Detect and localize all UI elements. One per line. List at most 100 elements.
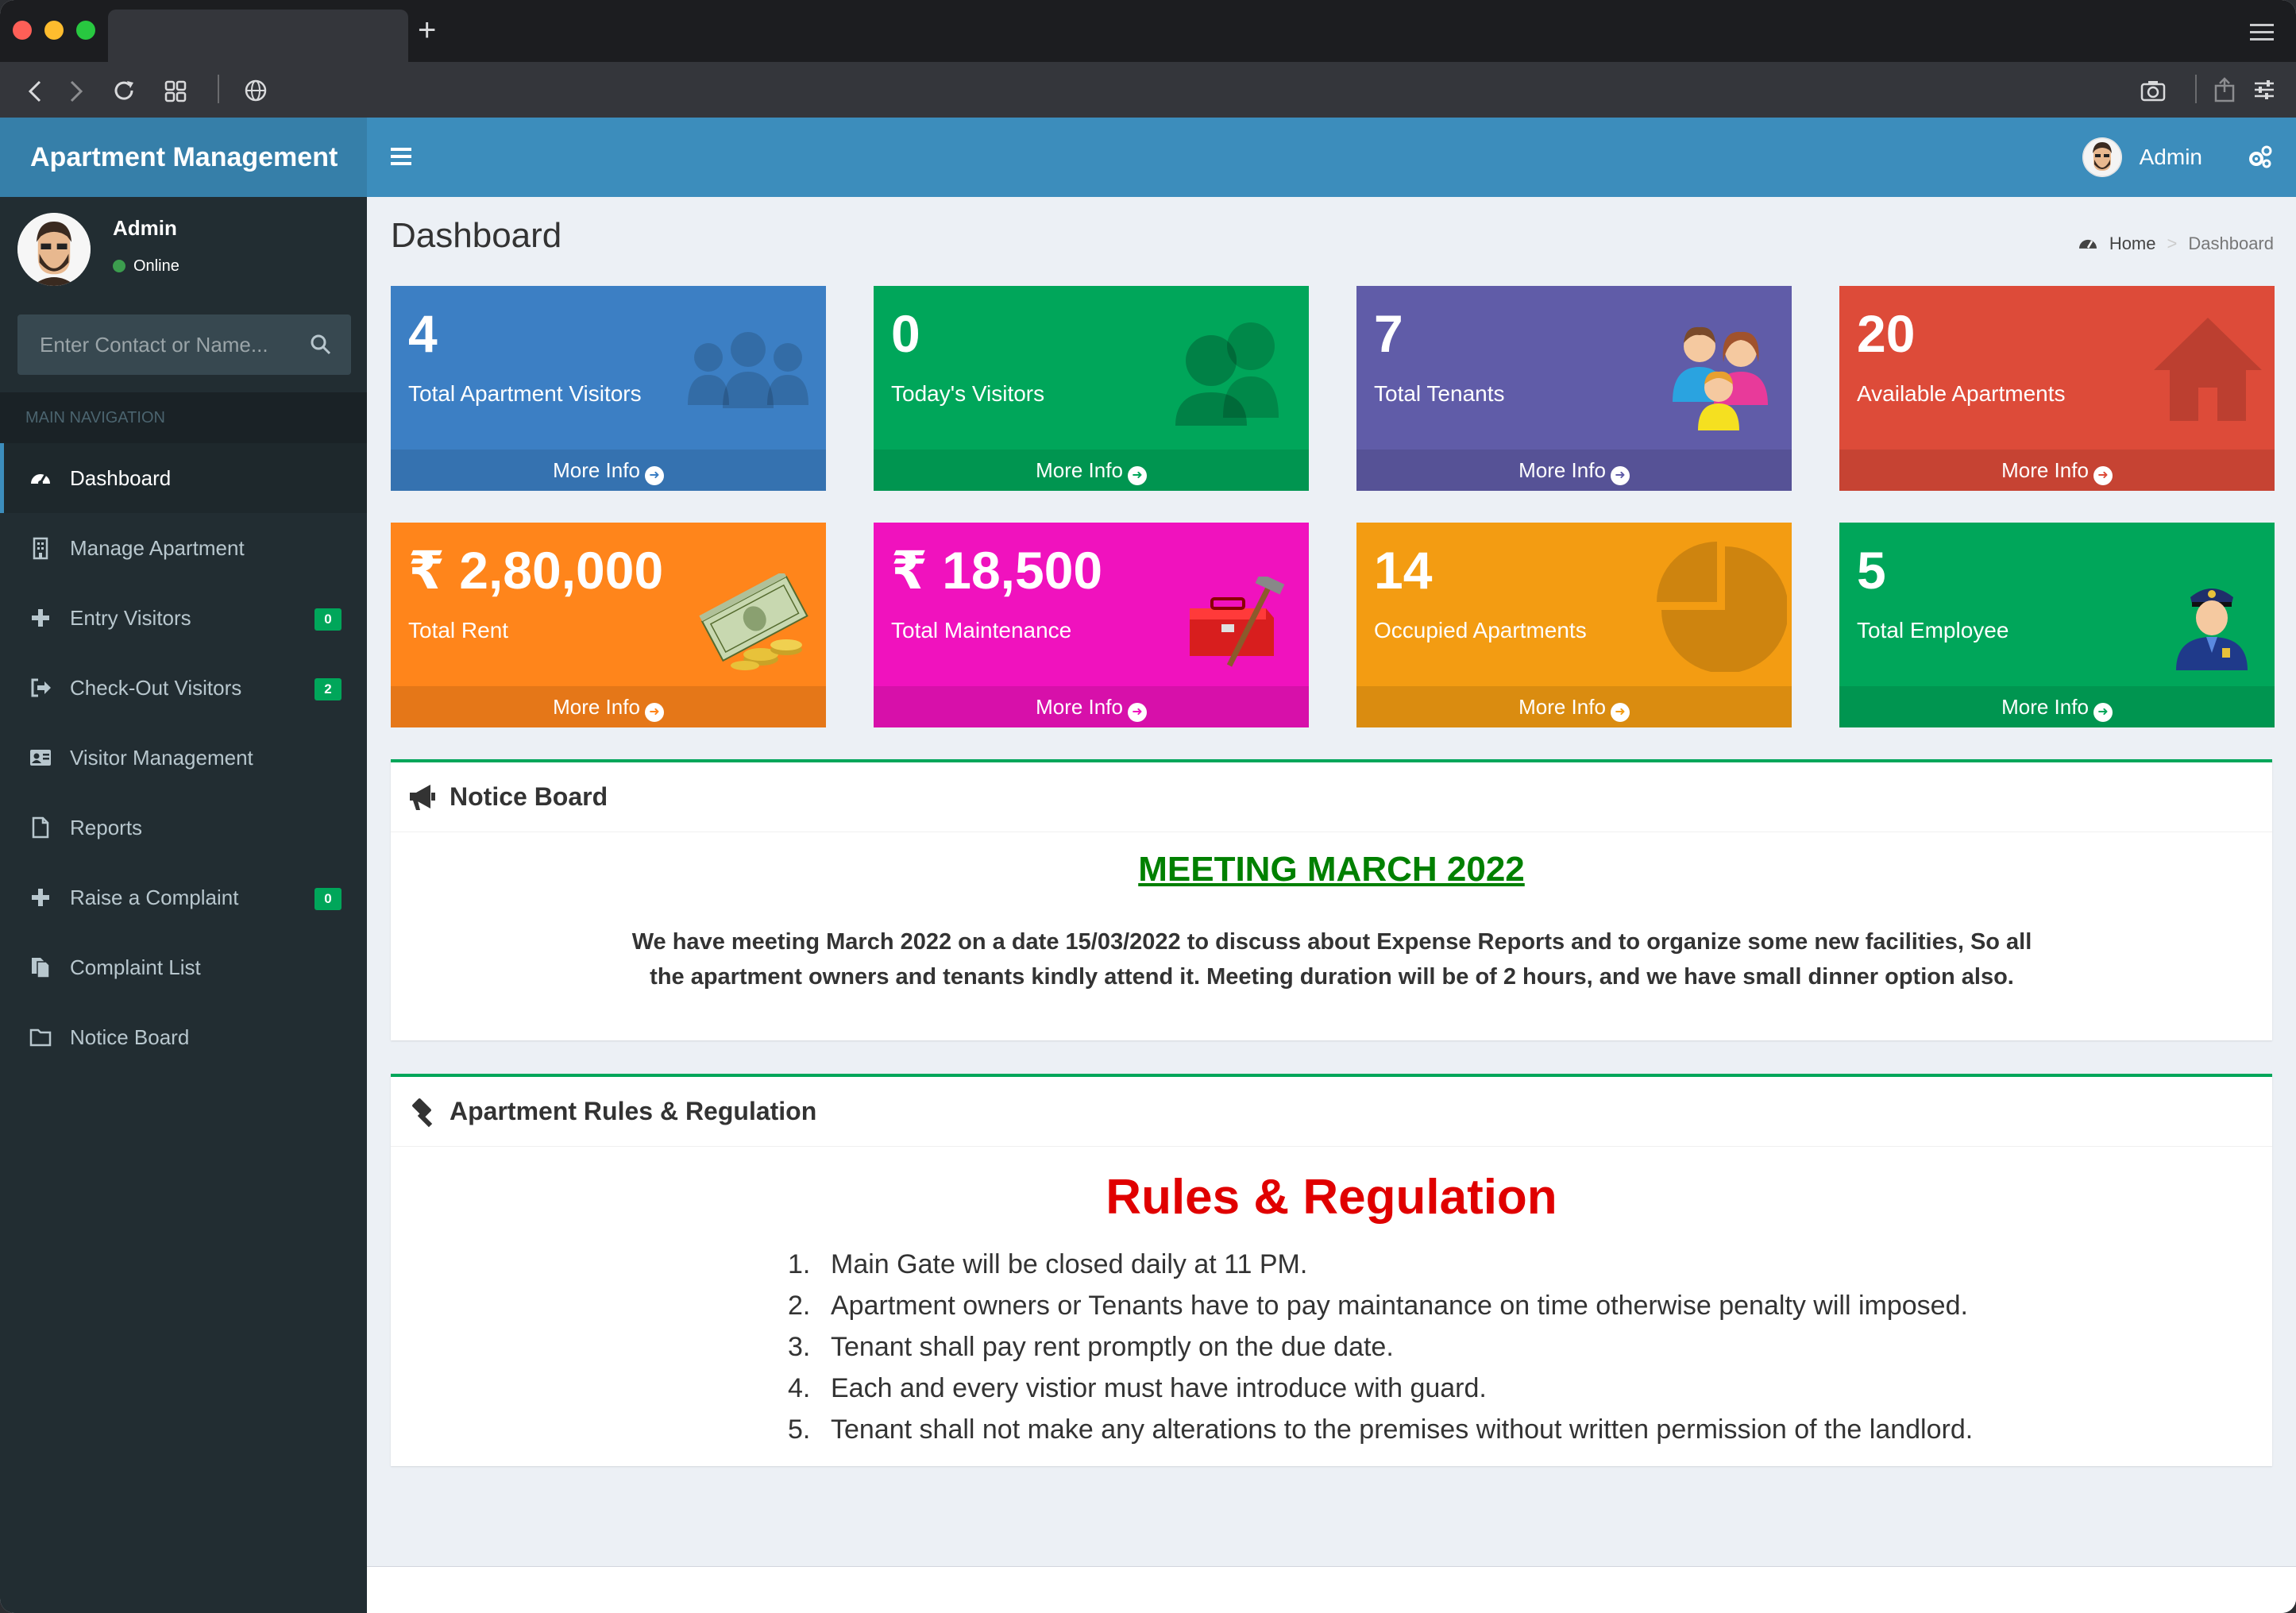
avatar xyxy=(2082,137,2122,177)
user-menu[interactable]: Admin xyxy=(2082,137,2202,178)
tab-menu-icon[interactable] xyxy=(2250,24,2274,41)
dashboard-icon xyxy=(31,474,50,485)
globe-icon[interactable] xyxy=(243,78,268,103)
sidebar-item-label: Visitor Management xyxy=(70,745,253,770)
sidebar-item-label: Dashboard xyxy=(70,465,172,490)
more-info-link[interactable]: More Info ➜ xyxy=(391,686,826,727)
more-info-label: More Info xyxy=(1518,458,1606,482)
arrow-circle-right-icon: ➜ xyxy=(2093,703,2113,722)
more-info-label: More Info xyxy=(1518,695,1606,719)
reload-icon[interactable] xyxy=(111,78,137,103)
tile-total-tenants: 7 Total Tenants More Info ➜ xyxy=(1356,286,1792,491)
tile-total-maintenance: ₹ 18,500 Total Maintenance More Info ➜ xyxy=(874,523,1309,727)
list-item: 4. Each and every vistior must have intro… xyxy=(788,1368,1973,1409)
back-icon[interactable] xyxy=(27,79,43,103)
sidebar-item-label: Manage Apartment xyxy=(70,535,245,560)
money-icon xyxy=(699,573,808,670)
pie-chart-icon xyxy=(1657,542,1787,672)
close-window-button[interactable] xyxy=(13,21,32,40)
page-title: Dashboard xyxy=(391,216,562,255)
tile-occupied-apartments: 14 Occupied Apartments More Info ➜ xyxy=(1356,523,1792,727)
building-icon xyxy=(33,537,48,560)
sidebar-item-check-out-visitors[interactable]: Check-Out Visitors 2 xyxy=(0,653,367,723)
minimize-window-button[interactable] xyxy=(44,21,64,40)
more-info-label: More Info xyxy=(1036,695,1123,719)
tile-todays-visitors: 0 Today's Visitors More Info ➜ xyxy=(874,286,1309,491)
more-info-label: More Info xyxy=(1036,458,1123,482)
sidebar-item-entry-visitors[interactable]: Entry Visitors 0 xyxy=(0,583,367,653)
arrow-circle-right-icon: ➜ xyxy=(1610,466,1630,485)
tab-grid-icon[interactable] xyxy=(164,79,187,103)
rules-header: Apartment Rules & Regulation xyxy=(391,1077,2272,1147)
sidebar-toggle-icon[interactable] xyxy=(391,148,411,165)
toolbar-divider xyxy=(2195,75,2197,103)
search-input[interactable] xyxy=(17,314,295,375)
list-item: 2. Apartment owners or Tenants have to pa… xyxy=(788,1285,1973,1326)
browser-tab[interactable] xyxy=(108,10,408,62)
rules-header-title: Apartment Rules & Regulation xyxy=(450,1097,817,1125)
id-card-icon xyxy=(30,750,51,766)
list-number: 2. xyxy=(788,1291,811,1321)
breadcrumb-current: Dashboard xyxy=(2188,233,2274,253)
files-icon xyxy=(32,958,50,978)
sidebar-item-dashboard[interactable]: Dashboard xyxy=(0,443,367,513)
sidebar-item-visitor-management[interactable]: Visitor Management xyxy=(0,723,367,793)
check-out-visitors-badge: 2 xyxy=(314,678,342,700)
sidebar-search xyxy=(17,314,351,375)
share-icon[interactable] xyxy=(2213,76,2236,103)
page-footer xyxy=(367,1566,2296,1613)
more-info-label: More Info xyxy=(553,458,640,482)
sidebar-item-label: Entry Visitors xyxy=(70,605,191,630)
home-icon xyxy=(2154,318,2262,421)
more-info-link[interactable]: More Info ➜ xyxy=(391,450,826,491)
maximize-window-button[interactable] xyxy=(76,21,95,40)
tile-total-apartment-visitors: 4 Total Apartment Visitors More Info ➜ xyxy=(391,286,826,491)
sidebar-item-manage-apartment[interactable]: Manage Apartment xyxy=(0,513,367,583)
app-logo[interactable]: Apartment Management xyxy=(0,118,367,197)
breadcrumb-home[interactable]: Home xyxy=(2109,233,2156,254)
more-info-link[interactable]: More Info ➜ xyxy=(874,686,1309,727)
forward-icon[interactable] xyxy=(68,79,84,103)
sidebar-item-label: Complaint List xyxy=(70,955,201,979)
sidebar-item-raise-complaint[interactable]: Raise a Complaint 0 xyxy=(0,862,367,932)
breadcrumb: Home > Dashboard xyxy=(2078,233,2274,254)
more-info-link[interactable]: More Info ➜ xyxy=(874,450,1309,491)
toolbox-icon xyxy=(1190,577,1285,667)
sign-out-icon xyxy=(31,678,51,697)
main-navigation-header: MAIN NAVIGATION xyxy=(0,392,367,443)
visitors-icon xyxy=(1175,322,1279,426)
rule-text: Tenant shall not make any alterations to… xyxy=(831,1414,1974,1445)
sidebar-item-notice-board[interactable]: Notice Board xyxy=(0,1002,367,1072)
search-icon[interactable] xyxy=(310,334,332,356)
more-info-link[interactable]: More Info ➜ xyxy=(1839,686,2275,727)
tile-label: Total Maintenance xyxy=(891,618,1072,642)
plus-icon xyxy=(32,889,49,906)
list-number: 5. xyxy=(788,1414,811,1445)
sidebar-item-reports[interactable]: Reports xyxy=(0,793,367,862)
browser-window: + Apartment Management Admin Admin Onlin… xyxy=(0,0,2296,1613)
notice-title: MEETING MARCH 2022 xyxy=(1138,850,1525,889)
more-info-label: More Info xyxy=(2001,458,2089,482)
tile-label: Total Rent xyxy=(408,618,509,642)
sidebar: Admin Online MAIN NAVIGATION Dashboard M… xyxy=(0,197,367,1613)
notice-board-title: Notice Board xyxy=(450,782,608,811)
user-status: Online xyxy=(113,257,179,276)
tile-available-apartments: 20 Available Apartments More Info ➜ xyxy=(1839,286,2275,491)
more-info-link[interactable]: More Info ➜ xyxy=(1356,686,1792,727)
tile-value: ₹ 2,80,000 xyxy=(408,541,664,600)
tile-value: 0 xyxy=(891,304,920,363)
settings-sliders-icon[interactable] xyxy=(2252,78,2276,102)
rule-text: Main Gate will be closed daily at 11 PM. xyxy=(831,1249,1308,1279)
rules-list: 1. Main Gate will be closed daily at 11 P… xyxy=(788,1244,1973,1450)
raise-complaint-badge: 0 xyxy=(314,888,342,910)
sidebar-item-label: Check-Out Visitors xyxy=(70,675,242,700)
camera-icon[interactable] xyxy=(2140,78,2167,103)
file-icon xyxy=(32,816,49,839)
new-tab-button[interactable]: + xyxy=(418,14,436,46)
gears-icon[interactable] xyxy=(2247,143,2274,170)
more-info-link[interactable]: More Info ➜ xyxy=(1839,450,2275,491)
sidebar-item-complaint-list[interactable]: Complaint List xyxy=(0,932,367,1002)
more-info-link[interactable]: More Info ➜ xyxy=(1356,450,1792,491)
tile-label: Today's Visitors xyxy=(891,381,1045,406)
rule-text: Tenant shall pay rent promptly on the du… xyxy=(831,1332,1394,1362)
